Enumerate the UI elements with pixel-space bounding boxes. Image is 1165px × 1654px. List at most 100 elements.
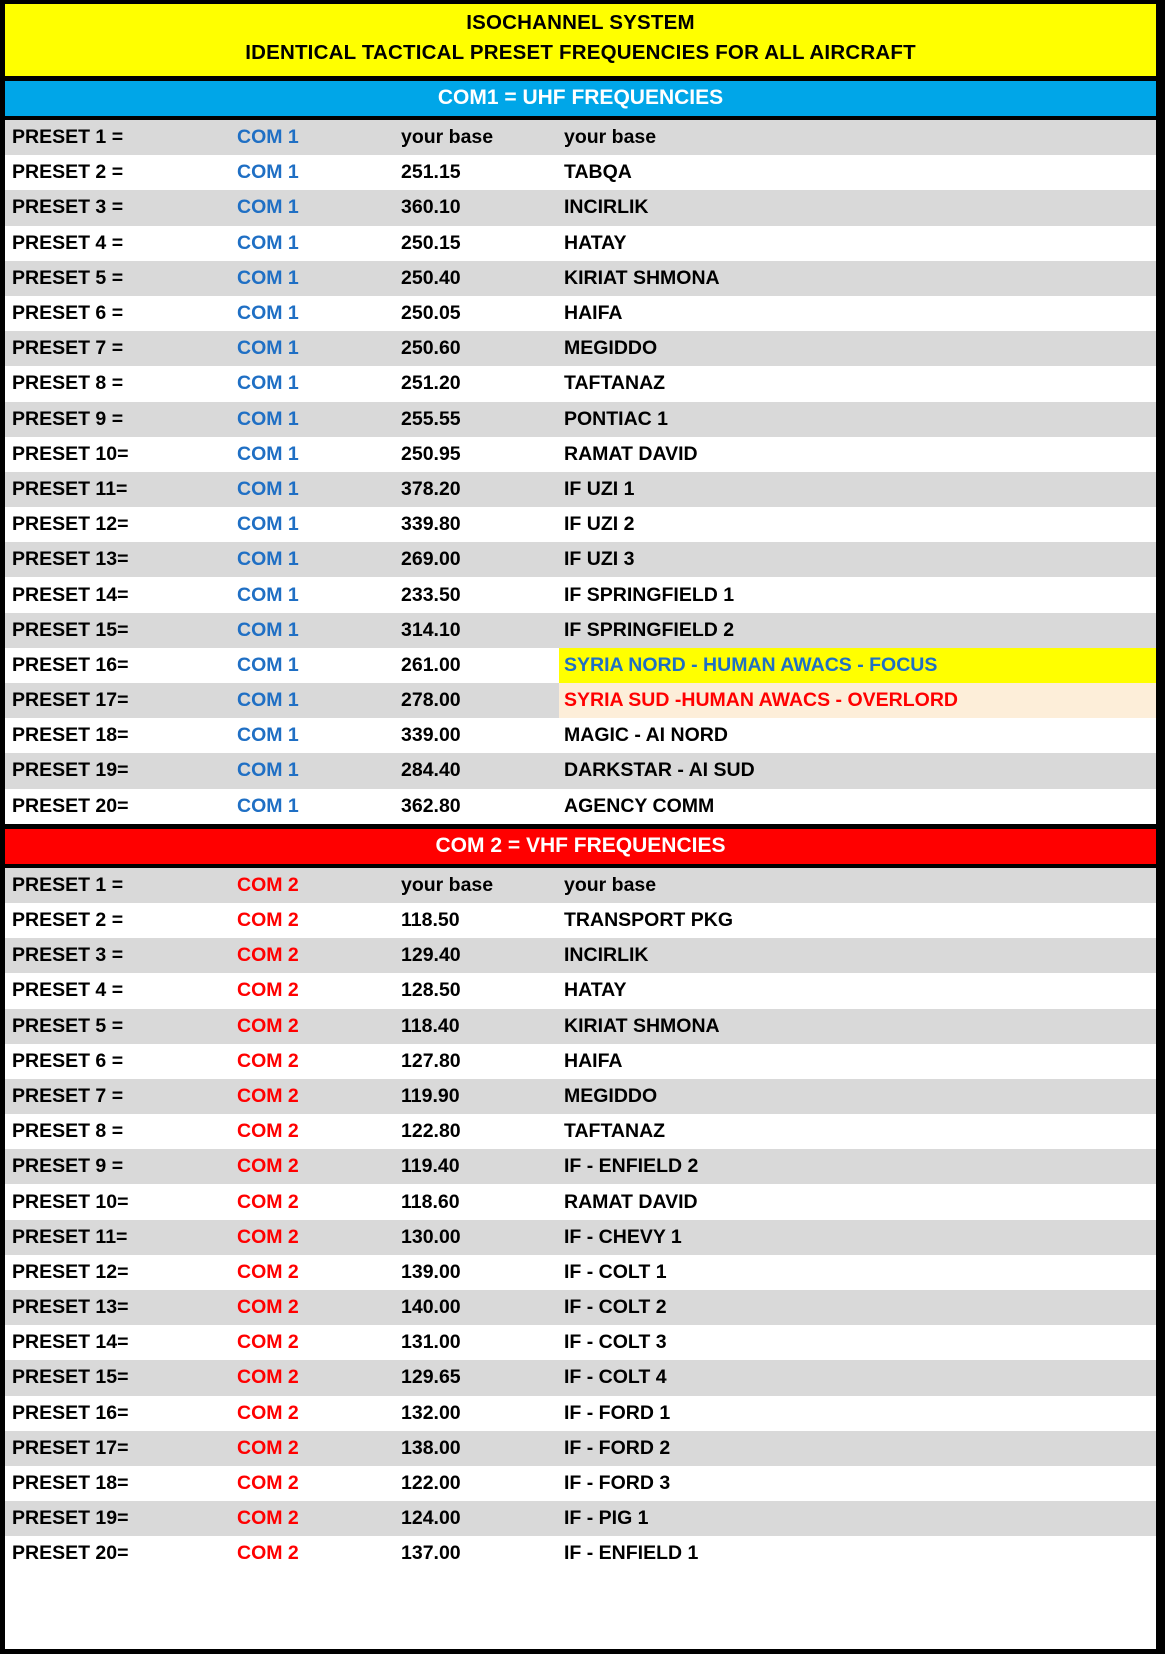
com-channel-label: COM 2 [237,1296,299,1319]
frequency-value: 284.40 [401,759,461,782]
location-label: HAIFA [564,302,623,325]
frequency-value: 122.00 [401,1472,461,1495]
location-label: TABQA [564,161,632,184]
location-label: KIRIAT SHMONA [564,1014,720,1037]
com-channel-label: COM 1 [237,618,299,641]
section-header-uhf: COM1 = UHF FREQUENCIES [5,81,1156,120]
com-channel-label: COM 1 [237,161,299,184]
com-channel-label: COM 2 [237,1225,299,1248]
preset-label: PRESET 12= [12,1260,129,1283]
location-label: KIRIAT SHMONA [564,266,720,289]
frequency-value: 339.00 [401,724,461,747]
preset-label: PRESET 11= [12,1225,128,1248]
frequency-value: 278.00 [401,689,461,712]
com-channel-label: COM 2 [237,1542,299,1565]
com-channel-label: COM 1 [237,372,299,395]
frequency-value: 119.90 [401,1084,460,1107]
location-label: your base [564,126,657,149]
isochannel-frequency-sheet: ISOCHANNEL SYSTEM IDENTICAL TACTICAL PRE… [0,0,1165,1654]
location-label: AGENCY COMM [564,794,715,817]
page-subtitle: IDENTICAL TACTICAL PRESET FREQUENCIES FO… [245,41,916,64]
com-channel-label: COM 1 [237,407,299,430]
frequency-value: 118.50 [401,909,460,932]
com-channel-label: COM 1 [237,231,299,254]
com-channel-label: COM 2 [237,1120,299,1143]
com-channel-label: COM 2 [237,1190,299,1213]
frequency-value: 250.40 [401,266,461,289]
location-label: IF - COLT 2 [564,1296,667,1319]
frequency-value: 124.00 [401,1507,461,1530]
preset-label: PRESET 14= [12,1331,129,1354]
preset-label: PRESET 9 = [12,407,124,430]
location-label: MAGIC - AI NORD [564,724,728,747]
frequency-value: 314.10 [401,618,461,641]
frequency-value: 339.80 [401,513,461,536]
preset-label: PRESET 4 = [12,231,124,254]
com-channel-label: COM 1 [237,266,299,289]
com-channel-label: COM 2 [237,1260,299,1283]
location-label: IF - COLT 1 [564,1260,667,1283]
table-row: PRESET 5 = COM 1 250.40 KIRIAT SHMONA [5,260,1156,296]
table-row: PRESET 5 = COM 2 118.40 KIRIAT SHMONA [5,1008,1156,1044]
frequency-value: 127.80 [401,1049,461,1072]
preset-label: PRESET 8 = [12,1120,124,1143]
table-row: PRESET 18= COM 1 339.00 MAGIC - AI NORD [5,718,1156,754]
preset-label: PRESET 1 = [12,126,124,149]
location-label: DARKSTAR - AI SUD [564,759,755,782]
location-label: RAMAT DAVID [564,442,698,465]
table-row: PRESET 11= COM 1 378.20 IF UZI 1 [5,471,1156,508]
location-label: IF - FORD 3 [564,1472,671,1495]
frequency-value: 132.00 [401,1401,461,1424]
table-row: PRESET 4 = COM 2 128.50 HATAY [5,973,1156,1009]
com-channel-label: COM 1 [237,794,299,817]
title-banner: ISOCHANNEL SYSTEM IDENTICAL TACTICAL PRE… [5,4,1156,81]
location-label: IF - FORD 2 [564,1436,671,1459]
location-label: IF - COLT 3 [564,1331,667,1354]
com-channel-label: COM 1 [237,126,299,149]
preset-label: PRESET 19= [12,1507,129,1530]
location-label: your base [564,873,657,896]
preset-label: PRESET 10= [12,442,129,465]
location-label: HATAY [564,231,627,254]
preset-label: PRESET 18= [12,724,129,747]
preset-label: PRESET 13= [12,548,129,571]
location-label: IF - ENFIELD 1 [564,1542,699,1565]
table-row: PRESET 7 = COM 2 119.90 MEGIDDO [5,1078,1156,1115]
com-channel-label: COM 2 [237,1155,299,1178]
location-label: TAFTANAZ [564,372,666,395]
location-label: IF UZI 2 [564,513,635,536]
frequency-value: 269.00 [401,548,461,571]
table-row: PRESET 6 = COM 1 250.05 HAIFA [5,295,1156,332]
location-label: RAMAT DAVID [564,1190,698,1213]
preset-label: PRESET 13= [12,1296,129,1319]
com-channel-label: COM 1 [237,337,299,360]
frequency-value: 122.80 [401,1120,461,1143]
location-label: IF UZI 1 [564,477,635,500]
preset-label: PRESET 10= [12,1190,129,1213]
preset-label: PRESET 3 = [12,196,124,219]
table-row: PRESET 20= COM 1 362.80 AGENCY COMM [5,788,1156,824]
table-row: PRESET 10= COM 2 118.60 RAMAT DAVID [5,1184,1156,1220]
frequency-value: 255.55 [401,407,461,430]
location-label: IF - CHEVY 1 [564,1225,682,1248]
location-label: SYRIA NORD - HUMAN AWACS - FOCUS [559,647,1156,683]
table-row: PRESET 8 = COM 1 251.20 TAFTANAZ [5,366,1156,402]
frequency-value: your base [401,126,494,149]
com-channel-label: COM 1 [237,548,299,571]
frequency-value: 362.80 [401,794,461,817]
page-title: ISOCHANNEL SYSTEM [466,11,695,34]
location-label: IF SPRINGFIELD 1 [564,583,735,606]
location-label: IF SPRINGFIELD 2 [564,618,735,641]
location-label: SYRIA SUD -HUMAN AWACS - OVERLORD [559,683,1156,719]
preset-label: PRESET 3 = [12,944,124,967]
table-row: PRESET 12= COM 1 339.80 IF UZI 2 [5,507,1156,543]
preset-label: PRESET 5 = [12,1014,124,1037]
com-channel-label: COM 1 [237,442,299,465]
preset-label: PRESET 19= [12,759,129,782]
location-label: MEGIDDO [564,337,658,360]
preset-label: PRESET 9 = [12,1155,124,1178]
com-channel-label: COM 1 [237,689,299,712]
frequency-value: 118.60 [401,1190,460,1213]
table-row: PRESET 17= COM 2 138.00 IF - FORD 2 [5,1430,1156,1466]
preset-label: PRESET 2 = [12,909,124,932]
